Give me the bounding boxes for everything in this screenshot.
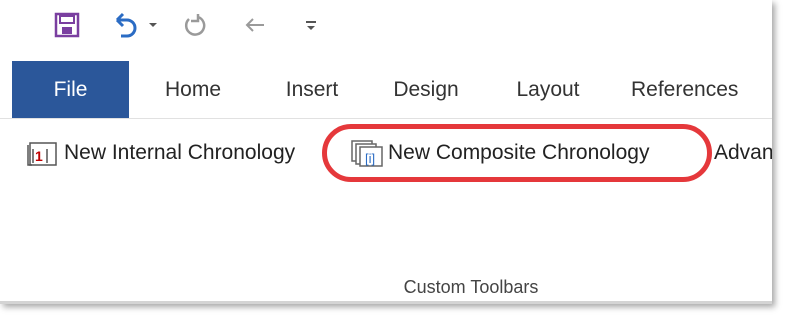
new-composite-chronology-label: New Composite Chronology [388,141,650,164]
group-label-custom-toolbars: Custom Toolbars [403,277,539,297]
chevron-down-icon [149,23,157,27]
tab-design[interactable]: Design [367,61,485,118]
tab-home[interactable]: Home [129,61,257,118]
word-window: File Home Insert Design Layout Reference… [0,0,772,304]
new-composite-chronology-button[interactable]: [i] New Composite Chronology [350,133,649,173]
redo-button[interactable] [180,10,210,40]
undo-button[interactable] [110,10,140,40]
advanced-button[interactable]: Advan [714,133,772,173]
ribbon-tabs: File Home Insert Design Layout Reference… [12,61,772,118]
save-button[interactable] [52,10,82,40]
save-icon [54,12,80,38]
customize-quick-access-icon [306,21,316,30]
advanced-label: Advan [714,141,772,164]
svg-text:1: 1 [35,148,43,164]
tab-layout[interactable]: Layout [485,61,611,118]
redo-icon [184,14,206,36]
ribbon-bottom-border [0,301,772,304]
quick-access-toolbar [0,0,772,58]
tab-insert[interactable]: Insert [257,61,367,118]
undo-dropdown-button[interactable] [146,10,160,40]
customize-quick-access-button[interactable] [300,10,322,40]
undo-icon [115,12,137,38]
svg-text:[i]: [i] [365,151,375,166]
tab-file[interactable]: File [12,61,129,118]
new-internal-chronology-button[interactable]: 1 New Internal Chronology [26,133,295,173]
ribbon-panel: 1 New Internal Chronology [i] New Compos… [0,118,772,304]
new-internal-chronology-label: New Internal Chronology [64,141,296,164]
tab-references[interactable]: References [611,61,751,118]
composite-chronology-icon: [i] [350,139,384,167]
internal-chronology-icon: 1 [26,139,60,167]
back-button[interactable] [240,10,270,40]
arrow-left-icon [245,18,264,32]
